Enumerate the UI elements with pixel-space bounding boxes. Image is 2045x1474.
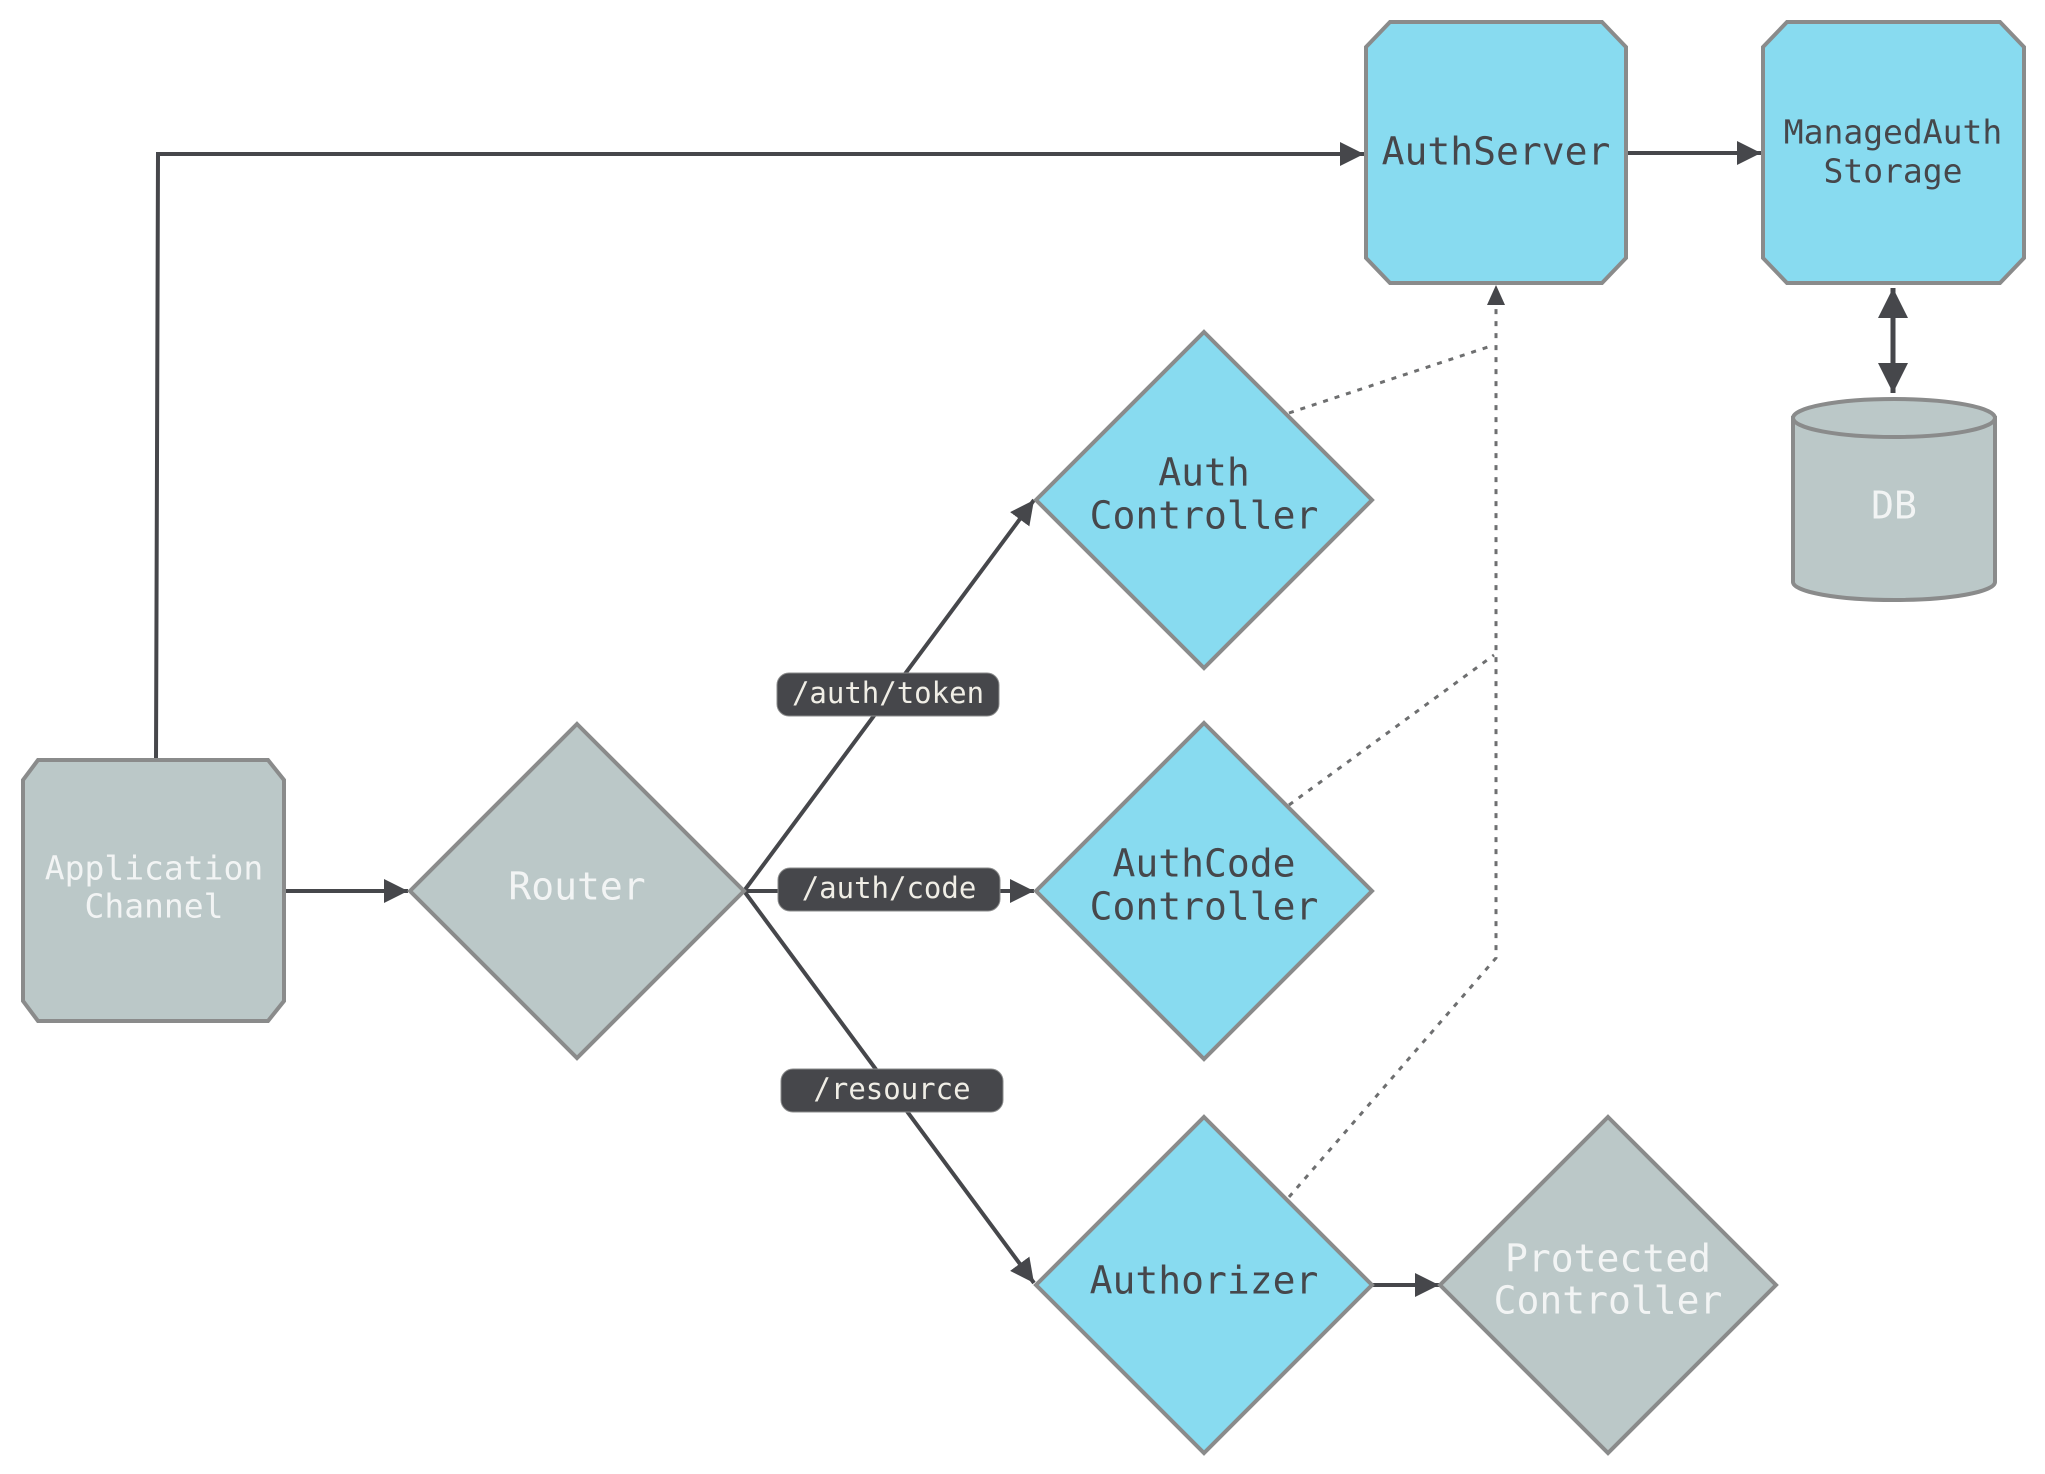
- route-label-auth-code: /auth/code: [777, 867, 1001, 912]
- node-application-channel[interactable]: Application Channel: [21, 758, 286, 1023]
- route-label-auth-code-text: /auth/code: [802, 871, 977, 905]
- node-auth-controller[interactable]: Auth Controller: [1033, 329, 1375, 671]
- node-label-storage-line2: Storage: [1823, 152, 1962, 191]
- node-db[interactable]: DB: [1791, 397, 1997, 602]
- node-label-router: Router: [508, 865, 645, 909]
- route-label-resource: /resource: [780, 1068, 1004, 1113]
- node-authorizer[interactable]: Authorizer: [1033, 1114, 1375, 1456]
- node-label-authorizer: Authorizer: [1090, 1259, 1319, 1303]
- node-label-db: DB: [1871, 484, 1917, 528]
- diagram-canvas: AuthServer ManagedAuth Storage DB Applic…: [21, 20, 2026, 1456]
- node-label-protected-line2: Controller: [1494, 1279, 1723, 1323]
- node-label-storage-line1: ManagedAuth: [1784, 113, 2003, 152]
- node-managed-auth-storage[interactable]: ManagedAuth Storage: [1761, 20, 2026, 285]
- node-label-protected-line1: Protected: [1505, 1237, 1711, 1281]
- node-label-auth-server: AuthServer: [1382, 130, 1611, 174]
- edges: [154, 141, 1908, 1297]
- node-auth-server[interactable]: AuthServer: [1364, 20, 1628, 285]
- node-label-authcode-line2: Controller: [1090, 885, 1319, 929]
- route-label-resource-text: /resource: [813, 1072, 970, 1106]
- node-protected-controller[interactable]: Protected Controller: [1437, 1114, 1779, 1456]
- node-label-appchannel-line2: Channel: [84, 887, 223, 926]
- node-router[interactable]: Router: [407, 721, 747, 1061]
- dotted-edge-authorizer-authserver: [1287, 300, 1498, 1198]
- route-label-auth-token: /auth/token: [776, 672, 1000, 717]
- dotted-edge-authcodecontroller-authserver: [1288, 653, 1495, 807]
- dotted-edge-authcontroller-authserver: [1288, 343, 1495, 415]
- node-authcode-controller[interactable]: AuthCode Controller: [1033, 720, 1375, 1062]
- node-label-authcontroller-line2: Controller: [1090, 494, 1319, 538]
- node-label-appchannel-line1: Application: [45, 849, 264, 888]
- dotted-arrowhead-icon: [1487, 285, 1505, 305]
- node-label-authcode-line1: AuthCode: [1112, 842, 1295, 886]
- dotted-edges: [1287, 300, 1498, 1198]
- node-label-authcontroller-line1: Auth: [1158, 451, 1250, 495]
- db-top-icon: [1791, 397, 1997, 439]
- route-label-auth-token-text: /auth/token: [792, 676, 984, 710]
